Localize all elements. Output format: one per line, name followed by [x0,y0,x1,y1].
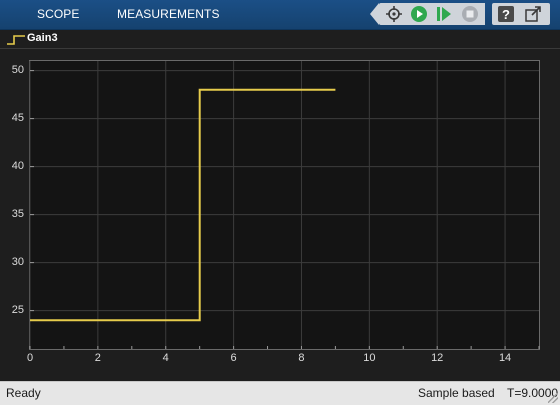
x-tick-label: 0 [26,352,34,364]
x-tick-label: 6 [230,352,237,364]
y-tick-label: 40 [11,159,24,172]
x-tick-label: 8 [298,352,305,364]
status-state: Ready [6,386,41,400]
y-tick-label: 45 [11,111,24,124]
status-bar: Ready Sample based T=9.0000 [0,381,560,405]
resize-grip[interactable] [548,393,558,403]
y-tick-label: 25 [11,303,24,316]
scope-plot [29,61,540,349]
y-tick-label: 35 [11,207,24,220]
x-tick-label: 12 [431,352,444,364]
x-tick-label: 10 [363,352,376,364]
status-mode: Sample based [418,386,495,400]
x-tick-label: 4 [162,352,169,364]
y-tick-label: 30 [11,255,24,268]
x-tick-label: 2 [94,352,101,364]
series-line-gain3 [30,88,336,322]
x-tick-label: 14 [498,352,512,364]
y-tick-label: 50 [11,63,24,76]
